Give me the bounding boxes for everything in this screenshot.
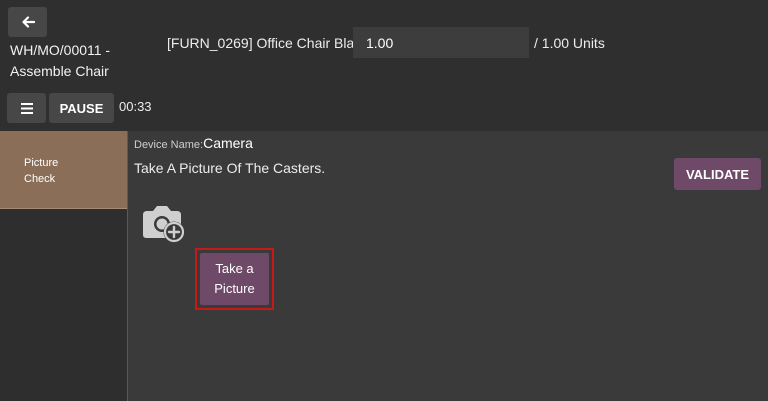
steps-sidebar: Picture Check xyxy=(0,131,128,401)
quantity-suffix: / 1.00 Units xyxy=(534,35,605,51)
arrow-left-icon xyxy=(21,16,35,28)
quantity-input[interactable] xyxy=(353,27,529,58)
camera-add-icon[interactable] xyxy=(139,200,187,244)
step-label: Picture Check xyxy=(24,157,59,185)
take-picture-highlight: Take a Picture xyxy=(195,248,274,310)
validate-button[interactable]: VALIDATE xyxy=(674,158,761,190)
timer: 00:33 xyxy=(119,99,152,114)
device-name-value: Camera xyxy=(203,135,253,151)
menu-button[interactable] xyxy=(7,93,46,123)
step-content: Device Name:Camera Take A Picture Of The… xyxy=(128,131,768,401)
product-label: [FURN_0269] Office Chair Black: xyxy=(167,35,373,51)
workorder-header: WH/MO/00011 - Assemble Chair [FURN_0269]… xyxy=(0,0,768,131)
sidebar-item-picture-check[interactable]: Picture Check xyxy=(0,131,127,209)
hamburger-icon xyxy=(20,102,33,114)
mo-title: WH/MO/00011 - Assemble Chair xyxy=(10,42,111,79)
device-name: Device Name:Camera xyxy=(134,135,253,151)
device-name-label: Device Name: xyxy=(134,139,204,151)
take-picture-label: Take a Picture xyxy=(214,261,255,296)
pause-button[interactable]: PAUSE xyxy=(49,93,114,123)
back-button[interactable] xyxy=(8,7,47,37)
take-picture-button[interactable]: Take a Picture xyxy=(200,253,269,305)
step-instruction: Take A Picture Of The Casters. xyxy=(134,160,326,176)
